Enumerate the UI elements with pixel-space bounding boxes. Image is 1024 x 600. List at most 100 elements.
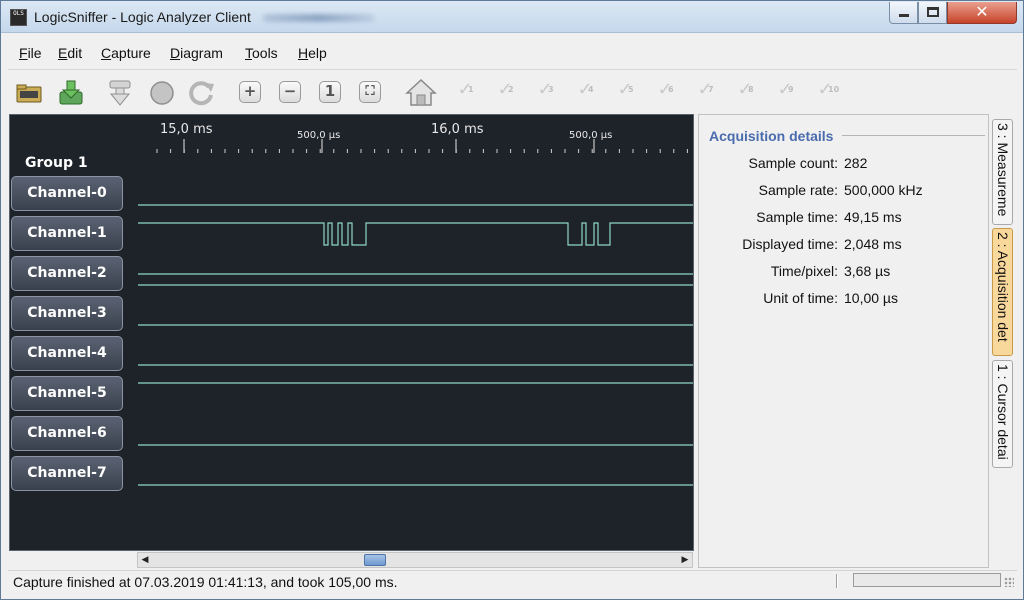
stop-icon <box>150 81 174 105</box>
heading-rule <box>842 135 985 136</box>
cursor-4-button[interactable]: ✓ 4 <box>570 78 598 106</box>
cursor-10-button[interactable]: ✓ 10 <box>810 78 840 106</box>
menu-help-mnemonic: H <box>298 45 309 61</box>
menu-capture[interactable]: Capture <box>101 45 151 61</box>
scroll-thumb[interactable] <box>364 554 386 566</box>
channel-label[interactable]: Channel-5 <box>11 376 123 411</box>
app-icon: OLS <box>10 9 27 26</box>
tab-measurement-label: 3 : Measureme <box>995 123 1011 217</box>
channel-trace <box>138 222 693 246</box>
tab-cursor-details-label: 1 : Cursor detai <box>995 364 1011 460</box>
zoom-out-button[interactable]: − <box>276 78 304 106</box>
cursor-6-icon: ✓ 6 <box>657 79 674 100</box>
scroll-left-icon[interactable]: ◀ <box>138 554 152 566</box>
cursor-9-icon: ✓ 9 <box>777 79 794 100</box>
menu-diagram[interactable]: Diagram <box>170 45 223 61</box>
cursor-4-number: 4 <box>588 85 594 94</box>
acquisition-details-panel: Acquisition details Sample count: 282 Sam… <box>698 114 989 568</box>
menu-edit[interactable]: Edit <box>58 45 82 61</box>
cursor-7-button[interactable]: ✓ 7 <box>690 78 718 106</box>
cursor-9-button[interactable]: ✓ 9 <box>770 78 798 106</box>
menu-file-mnemonic: F <box>19 45 28 61</box>
detail-row: Sample count: 282 <box>699 155 990 173</box>
detail-label: Sample rate: <box>758 182 838 198</box>
minimize-button[interactable] <box>889 2 918 24</box>
cursor-9-number: 9 <box>788 85 794 94</box>
zoom-all-icon: ⛶ <box>359 81 381 103</box>
cursor-10-number: 10 <box>828 85 840 94</box>
cursor-8-button[interactable]: ✓ 8 <box>730 78 758 106</box>
scroll-right-icon[interactable]: ▶ <box>678 554 692 566</box>
menu-help[interactable]: Help <box>298 45 327 61</box>
channel-label[interactable]: Channel-0 <box>11 176 123 211</box>
maximize-icon <box>927 7 939 17</box>
cursor-5-icon: ✓ 5 <box>617 79 634 100</box>
cursor-6-number: 6 <box>668 85 674 94</box>
side-tab-strip: 3 : Measureme 2 : Acquisition det 1 : Cu… <box>992 116 1014 571</box>
cursor-10-icon: ✓ 10 <box>817 79 840 100</box>
home-button[interactable] <box>405 78 437 106</box>
cursor-2-icon: ✓ 2 <box>497 79 514 100</box>
tab-acquisition-details[interactable]: 2 : Acquisition det <box>992 228 1013 356</box>
cursor-8-icon: ✓ 8 <box>737 79 754 100</box>
menu-edit-mnemonic: E <box>58 45 68 61</box>
channel-label[interactable]: Channel-1 <box>11 216 123 251</box>
capture-button[interactable] <box>105 78 133 106</box>
stop-button[interactable] <box>147 78 175 106</box>
cursor-5-number: 5 <box>628 85 634 94</box>
menu-tools-mnemonic: T <box>245 45 252 61</box>
detail-label: Unit of time: <box>763 290 838 306</box>
zoom-in-button[interactable]: + <box>236 78 264 106</box>
title-bar[interactable]: OLS LogicSniffer - Logic Analyzer Client… <box>1 1 1023 33</box>
cursor-2-button[interactable]: ✓ 2 <box>490 78 518 106</box>
cursor-8-number: 8 <box>748 85 754 94</box>
menu-edit-label: dit <box>67 45 83 61</box>
progress-bar <box>853 573 1001 587</box>
zoom-all-button[interactable]: ⛶ <box>356 78 384 106</box>
cursor-3-button[interactable]: ✓ 3 <box>530 78 558 106</box>
menu-tools[interactable]: Tools <box>245 45 278 61</box>
repeat-capture-button[interactable] <box>187 78 215 106</box>
save-button[interactable] <box>56 78 84 106</box>
menu-capture-label: apture <box>111 45 151 61</box>
channel-label[interactable]: Channel-7 <box>11 456 123 491</box>
channel-label[interactable]: Channel-3 <box>11 296 123 331</box>
menu-diagram-label: iagram <box>180 45 223 61</box>
menu-capture-mnemonic: C <box>101 45 112 61</box>
detail-row: Sample rate: 500,000 kHz <box>699 182 990 200</box>
blurred-region <box>263 14 375 22</box>
resize-grip-icon[interactable] <box>1004 577 1014 587</box>
channel-label[interactable]: Channel-2 <box>11 256 123 291</box>
open-button[interactable] <box>15 78 43 106</box>
cursor-7-number: 7 <box>708 85 714 94</box>
cursor-3-icon: ✓ 3 <box>537 79 554 100</box>
tab-measurement[interactable]: 3 : Measureme <box>992 119 1013 225</box>
channel-label[interactable]: Channel-6 <box>11 416 123 451</box>
detail-value: 282 <box>844 155 868 171</box>
capture-icon <box>109 80 131 106</box>
detail-label: Displayed time: <box>742 236 838 252</box>
cursor-1-button[interactable]: ✓ 1 <box>450 78 478 106</box>
detail-row: Sample time: 49,15 ms <box>699 209 990 227</box>
zoom-out-icon: − <box>279 81 301 103</box>
detail-row: Time/pixel: 3,68 µs <box>699 263 990 281</box>
close-icon: ✕ <box>975 2 989 21</box>
menu-help-label: elp <box>308 45 327 61</box>
cursor-5-button[interactable]: ✓ 5 <box>610 78 638 106</box>
cursor-1-number: 1 <box>468 85 474 94</box>
zoom-in-icon: + <box>239 81 261 103</box>
cursor-7-icon: ✓ 7 <box>697 79 714 100</box>
cursor-2-number: 2 <box>508 85 514 94</box>
tab-cursor-details[interactable]: 1 : Cursor detai <box>992 360 1013 468</box>
zoom-default-button[interactable]: 1 <box>316 78 344 106</box>
detail-value: 10,00 µs <box>844 290 898 306</box>
maximize-button[interactable] <box>918 2 947 24</box>
cursor-6-button[interactable]: ✓ 6 <box>650 78 678 106</box>
horizontal-scrollbar[interactable]: ◀ ▶ <box>137 552 693 568</box>
menu-file[interactable]: File <box>19 45 42 61</box>
close-button[interactable]: ✕ <box>947 2 1017 24</box>
channel-label[interactable]: Channel-4 <box>11 336 123 371</box>
tab-acquisition-details-label: 2 : Acquisition det <box>995 232 1011 342</box>
signal-diagram[interactable]: 15,0 ms 500,0 µs 16,0 ms 500,0 µs Group … <box>9 114 694 551</box>
cursor-4-icon: ✓ 4 <box>577 79 594 100</box>
